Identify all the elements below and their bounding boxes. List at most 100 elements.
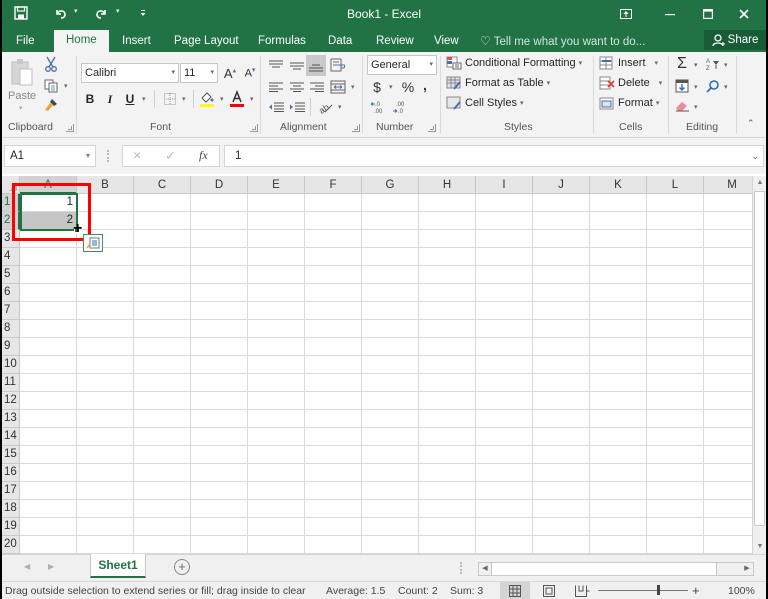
column-header-l[interactable]: L [647,176,704,194]
conditional-formatting-button[interactable]: Conditional Formatting ▾ [446,56,582,70]
row-header-15[interactable]: 15 [2,446,20,464]
row-header-14[interactable]: 14 [2,428,20,446]
percent-button[interactable]: % [400,78,416,96]
row-header-20[interactable]: 20 [2,536,20,554]
next-sheet-button[interactable]: ▶ [48,562,54,571]
tab-view[interactable]: View [426,32,467,52]
tab-file[interactable]: File [8,32,43,52]
font-color-dropdown[interactable]: ▾ [250,95,254,103]
fill-dropdown[interactable]: ▾ [694,83,698,91]
tab-formulas[interactable]: Formulas [250,32,314,52]
increase-indent-button[interactable] [287,98,307,116]
row-header-4[interactable]: 4 [2,248,20,266]
underline-dropdown[interactable]: ▾ [142,95,146,103]
column-header-c[interactable]: C [134,176,191,194]
autosum-button[interactable]: Σ [674,55,690,73]
sort-filter-button[interactable]: AZ [705,55,721,73]
formula-input[interactable]: 1 ⌄ [224,145,764,167]
column-header-h[interactable]: H [419,176,476,194]
decrease-font-size-button[interactable]: A▾ [242,64,258,82]
borders-button[interactable] [162,90,178,108]
copy-button[interactable] [42,77,60,95]
page-break-view-button[interactable] [566,582,596,599]
wrap-text-button[interactable] [328,56,348,74]
zoom-slider[interactable] [598,590,688,591]
bottom-align-button[interactable] [306,55,326,76]
enter-button[interactable]: ✓ [165,148,176,164]
row-header-13[interactable]: 13 [2,410,20,428]
name-box[interactable]: A1 ▾ [4,145,96,167]
resize-handle[interactable] [107,150,109,162]
row-header-17[interactable]: 17 [2,482,20,500]
row-header-9[interactable]: 9 [2,338,20,356]
scroll-down-button[interactable]: ▼ [753,540,766,554]
underline-button[interactable]: U [122,90,138,108]
column-header-i[interactable]: I [476,176,533,194]
autosum-dropdown[interactable]: ▾ [694,61,698,69]
font-name-combo[interactable]: Calibri ▾ [81,63,179,83]
tab-insert[interactable]: Insert [114,32,159,52]
italic-button[interactable]: I [102,90,118,108]
find-select-button[interactable] [705,77,721,95]
align-right-button[interactable] [307,78,327,96]
prev-sheet-button[interactable]: ◀ [24,562,30,571]
clear-button[interactable] [674,97,690,115]
expand-formula-bar-icon[interactable]: ⌄ [751,146,759,166]
normal-view-button[interactable] [500,582,530,599]
format-cells-button[interactable]: Format ▾ [599,96,659,110]
zoom-level[interactable]: 100% [728,585,755,597]
currency-dropdown[interactable]: ▾ [389,83,393,91]
row-header-12[interactable]: 12 [2,392,20,410]
currency-button[interactable]: $ [370,78,384,96]
column-header-g[interactable]: G [362,176,419,194]
row-header-7[interactable]: 7 [2,302,20,320]
number-launcher[interactable] [428,124,436,132]
cancel-button[interactable]: × [133,147,141,163]
borders-dropdown[interactable]: ▾ [182,95,186,103]
fill-color-button[interactable] [198,89,216,109]
column-header-j[interactable]: J [533,176,590,194]
cell-styles-button[interactable]: Cell Styles ▾ [446,96,523,110]
paste-button[interactable] [8,56,36,90]
scroll-up-button[interactable]: ▲ [753,176,766,190]
worksheet-grid[interactable]: A B C D E F G H I J K L M 1 2 3 4 5 6 7 8 9 10 11 12 13 14 15 16 17 18… [2,176,752,554]
format-painter-button[interactable] [42,96,60,114]
auto-fill-options-button[interactable] [83,234,103,252]
close-button[interactable] [722,0,766,28]
font-launcher[interactable] [250,124,258,132]
column-header-f[interactable]: F [305,176,362,194]
tab-review[interactable]: Review [368,32,422,52]
insert-function-button[interactable]: fx [199,148,208,163]
top-align-button[interactable] [266,56,286,74]
merge-center-button[interactable] [328,78,348,96]
vertical-scrollbar[interactable]: ▲ ▼ [752,176,766,554]
zoom-slider-thumb[interactable] [657,585,660,595]
column-header-k[interactable]: K [590,176,647,194]
new-sheet-button[interactable]: + [174,559,190,575]
row-header-18[interactable]: 18 [2,500,20,518]
collapse-ribbon-button[interactable]: ⌃ [747,118,755,129]
alignment-launcher[interactable] [352,124,360,132]
sheet-tab-sheet1[interactable]: Sheet1 [90,554,146,578]
tab-home[interactable]: Home [54,30,109,52]
row-header-8[interactable]: 8 [2,320,20,338]
orientation-button[interactable]: ab [315,98,335,116]
row-header-19[interactable]: 19 [2,518,20,536]
share-button[interactable]: Share [704,30,766,50]
font-color-button[interactable] [228,89,246,109]
row-header-10[interactable]: 10 [2,356,20,374]
merge-dropdown[interactable]: ▾ [351,83,355,91]
center-button[interactable] [287,78,307,96]
cut-button[interactable] [42,55,60,73]
tab-page-layout[interactable]: Page Layout [166,32,247,52]
comma-style-button[interactable]: , [420,76,430,94]
copy-dropdown[interactable]: ▾ [64,82,68,90]
sort-filter-dropdown[interactable]: ▾ [724,61,728,69]
tab-data[interactable]: Data [320,32,360,52]
paste-dropdown[interactable]: ▾ [19,104,23,112]
insert-cells-button[interactable]: Insert ▾ [599,56,658,70]
page-layout-view-button[interactable] [534,582,564,599]
bold-button[interactable]: B [82,90,98,108]
row-header-6[interactable]: 6 [2,284,20,302]
zoom-out-button[interactable]: - [586,583,590,597]
